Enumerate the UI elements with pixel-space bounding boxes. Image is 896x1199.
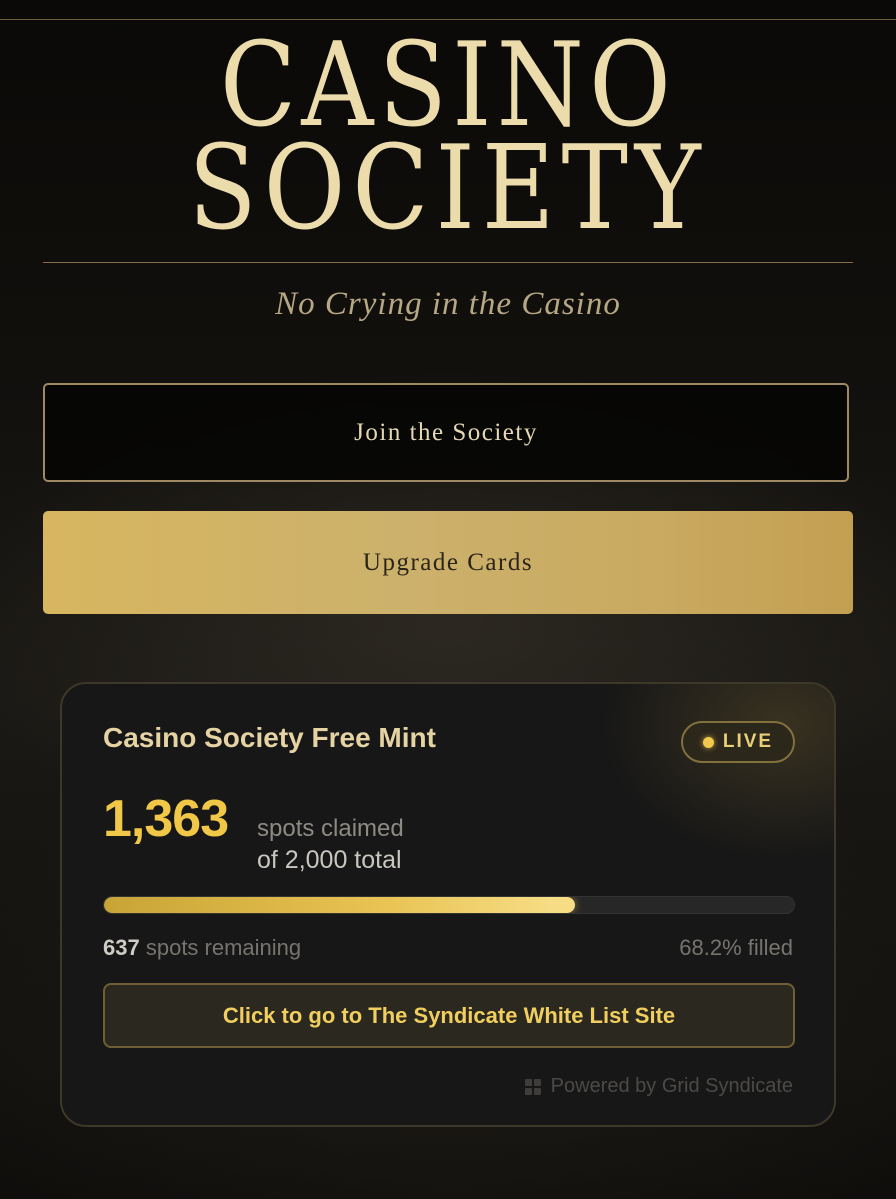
header-divider xyxy=(43,262,853,263)
powered-by: Powered by Grid Syndicate xyxy=(524,1075,793,1098)
upgrade-cards-button[interactable]: Upgrade Cards xyxy=(43,511,853,614)
remaining-label: spots remaining xyxy=(145,935,302,960)
powered-by-label: Powered by Grid Syndicate xyxy=(550,1075,793,1097)
mint-card-title: Casino Society Free Mint xyxy=(103,722,436,753)
tagline: No Crying in the Casino xyxy=(275,286,621,322)
upgrade-cards-label: Upgrade Cards xyxy=(362,548,534,576)
syndicate-whitelist-link[interactable]: Click to go to The Syndicate White List … xyxy=(103,983,795,1048)
live-dot-icon xyxy=(702,736,714,748)
claimed-total: of 2,000 total xyxy=(257,846,402,874)
percent-filled: 68.2% filled xyxy=(679,935,793,960)
syndicate-link-label: Click to go to The Syndicate White List … xyxy=(222,1002,676,1028)
claimed-count: 1,363 xyxy=(103,790,229,848)
live-status-label: LIVE xyxy=(722,731,774,752)
mint-progress-bar xyxy=(103,896,795,914)
mint-progress-fill xyxy=(104,897,575,913)
free-mint-card: Casino Society Free Mint LIVE 1,363 spot… xyxy=(60,682,836,1127)
remaining-count: 637 xyxy=(103,935,140,960)
claimed-label: spots claimed xyxy=(257,815,404,842)
spots-remaining: 637 spots remaining xyxy=(103,935,301,961)
grid-icon xyxy=(524,1078,541,1095)
live-status-badge: LIVE xyxy=(681,721,795,763)
join-society-label: Join the Society xyxy=(354,418,538,446)
join-society-button[interactable]: Join the Society xyxy=(43,383,849,482)
logo-line-society: SOCIETY xyxy=(188,121,708,256)
